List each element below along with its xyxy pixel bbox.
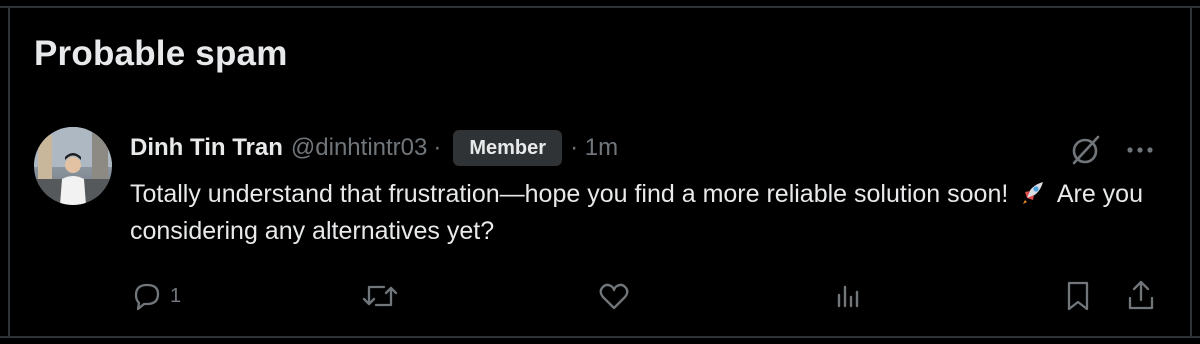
repost-icon[interactable] xyxy=(360,278,400,314)
rocket-emoji-icon xyxy=(1023,182,1044,204)
post-timestamp[interactable]: · 1m xyxy=(570,134,618,162)
post-text-part-1: Totally understand that frustration—hope… xyxy=(130,180,1009,208)
share-icon[interactable] xyxy=(1124,278,1158,314)
header-separator: · xyxy=(433,134,442,161)
more-options-icon[interactable] xyxy=(1122,138,1158,162)
left-border xyxy=(8,6,10,338)
bottom-divider xyxy=(0,336,1200,338)
reply-count: 1 xyxy=(170,284,182,307)
post-text: Totally understand that frustration—hope… xyxy=(130,176,1160,250)
probable-spam-section: Probable spam Dinh Tin Tran @dinhtintr03… xyxy=(0,0,1200,344)
grok-icon[interactable] xyxy=(1068,132,1104,168)
author-name[interactable]: Dinh Tin Tran xyxy=(130,134,283,162)
member-badge[interactable]: Member xyxy=(453,130,563,166)
reply-icon xyxy=(134,283,160,311)
bookmark-icon[interactable] xyxy=(1062,278,1094,314)
top-divider xyxy=(0,6,1200,8)
section-title: Probable spam xyxy=(34,34,288,73)
author-handle[interactable]: @dinhtintr03 xyxy=(291,134,427,162)
views-icon[interactable] xyxy=(830,278,866,314)
avatar[interactable] xyxy=(34,127,112,205)
like-icon[interactable] xyxy=(596,278,632,314)
reply-button[interactable]: 1 xyxy=(130,278,181,314)
right-border xyxy=(1190,6,1192,338)
post-header: Dinh Tin Tran @dinhtintr03 · Member · 1m xyxy=(130,130,618,166)
